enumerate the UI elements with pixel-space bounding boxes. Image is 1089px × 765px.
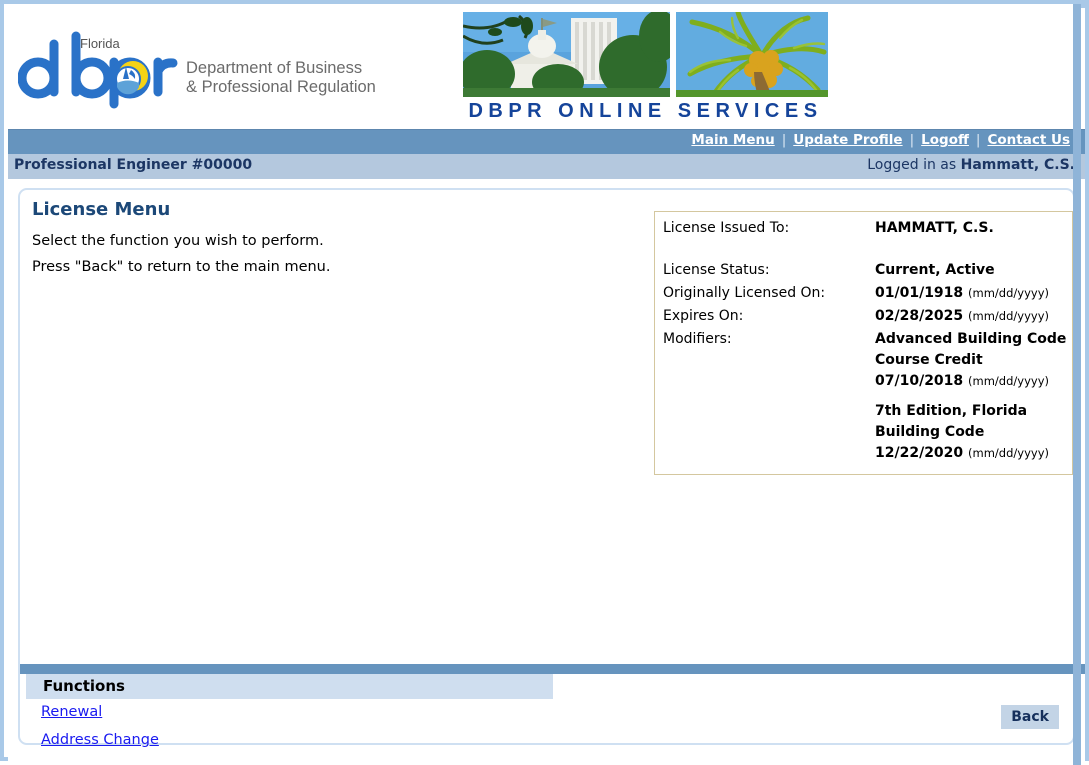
table-row: License Status: Current, Active [659,260,1068,283]
expires-on-label: Expires On: [663,308,744,324]
nav-link-contact-us[interactable]: Contact Us [980,132,1077,148]
modifier-entry: Advanced Building Code Course Credit 07/… [875,329,1068,392]
date-format-hint: (mm/dd/yyyy) [968,286,1049,300]
date-format-hint: (mm/dd/yyyy) [968,374,1049,388]
main-content-panel: License Menu Select the function you wis… [18,188,1085,761]
modifier-gap [875,392,1068,401]
modifier-date-row: 07/10/2018 (mm/dd/yyyy) [875,371,1068,392]
function-link-renewal[interactable]: Renewal [41,704,102,720]
originally-licensed-value: 01/01/1918 (mm/dd/yyyy) [875,283,1068,306]
modifier-entry: 7th Edition, Florida Building Code 12/22… [875,401,1068,464]
palm-tree-photo [676,12,828,97]
back-button[interactable]: Back [1001,705,1059,729]
modifiers-value: Advanced Building Code Course Credit 07/… [875,329,1068,466]
svg-text:Department of Business: Department of Business [186,59,362,77]
instruction-line-2: Press "Back" to return to the main menu. [32,259,331,275]
top-nav-bar: Main Menu | Update Profile | Logoff | Co… [8,129,1085,154]
license-status-value: Current, Active [875,262,995,278]
originally-licensed-label: Originally Licensed On: [663,285,826,301]
dbpr-online-services-banner: DBPR ONLINE SERVICES [463,12,828,126]
top-nav-links: Main Menu | Update Profile | Logoff | Co… [684,132,1077,148]
functions-header: Functions [26,674,553,699]
originally-licensed-date: 01/01/1918 [875,285,964,301]
license-issued-to-value: HAMMATT, C.S. [875,220,994,236]
florida-capitol-photo [463,12,670,97]
table-row: Originally Licensed On: 01/01/1918 (mm/d… [659,283,1068,306]
license-status-label: License Status: [663,262,770,278]
logged-in-status: Logged in as Hammatt, C.S. [867,157,1075,173]
instructions: Select the function you wish to perform.… [32,228,330,280]
dbpr-logo[interactable]: Florida Department of Business & Profess… [18,26,388,112]
page-title: License Menu [32,199,171,220]
banner-title: DBPR ONLINE SERVICES [468,100,823,122]
logged-in-prefix: Logged in as [867,157,961,173]
modifier-date: 07/10/2018 [875,373,964,389]
dbpr-logo-svg: Florida Department of Business & Profess… [18,31,376,109]
modifier-line1: 7th Edition, Florida [875,403,1028,419]
nav-link-main-menu[interactable]: Main Menu [684,132,781,148]
date-format-hint: (mm/dd/yyyy) [968,446,1049,460]
svg-text:Florida: Florida [80,36,121,51]
page-content: Florida Department of Business & Profess… [8,8,1085,761]
functions-header-label: Functions [43,677,125,695]
vertical-scrollbar[interactable] [1073,4,1081,765]
section-divider-bar [20,664,1085,674]
modifiers-label: Modifiers: [663,331,732,347]
banner-photo-row [463,12,828,97]
license-issued-to-label: License Issued To: [663,220,790,236]
logged-in-username: Hammatt, C.S. [960,157,1075,173]
svg-text:& Professional Regulation: & Professional Regulation [186,78,376,96]
license-info-box: License Issued To: HAMMATT, C.S. License… [654,211,1073,475]
modifier-line1: Advanced Building Code [875,331,1067,347]
table-spacer-row [659,241,1068,260]
license-info-table: License Issued To: HAMMATT, C.S. License… [659,218,1068,466]
table-row: Expires On: 02/28/2025 (mm/dd/yyyy) [659,306,1068,329]
license-title: Professional Engineer #00000 [14,157,253,173]
function-link-address-change[interactable]: Address Change [41,732,159,748]
table-row: Modifiers: Advanced Building Code Course… [659,329,1068,466]
modifier-line2: Course Credit [875,352,983,368]
modifier-date-row: 12/22/2020 (mm/dd/yyyy) [875,443,1068,464]
instruction-line-1: Select the function you wish to perform. [32,233,324,249]
expires-on-value: 02/28/2025 (mm/dd/yyyy) [875,306,1068,329]
functions-list: Renewal Address Change Maintain Relation… [41,704,561,761]
nav-link-logoff[interactable]: Logoff [914,132,976,148]
nav-link-update-profile[interactable]: Update Profile [786,132,909,148]
modifier-line2: Building Code [875,424,985,440]
browser-page-frame: Florida Department of Business & Profess… [0,0,1089,765]
modifier-date: 12/22/2020 [875,445,964,461]
license-context-bar: Professional Engineer #00000 Logged in a… [8,154,1085,179]
expires-on-date: 02/28/2025 [875,308,964,324]
site-header: Florida Department of Business & Profess… [8,8,1085,129]
table-row: License Issued To: HAMMATT, C.S. [659,218,1068,241]
date-format-hint: (mm/dd/yyyy) [968,309,1049,323]
